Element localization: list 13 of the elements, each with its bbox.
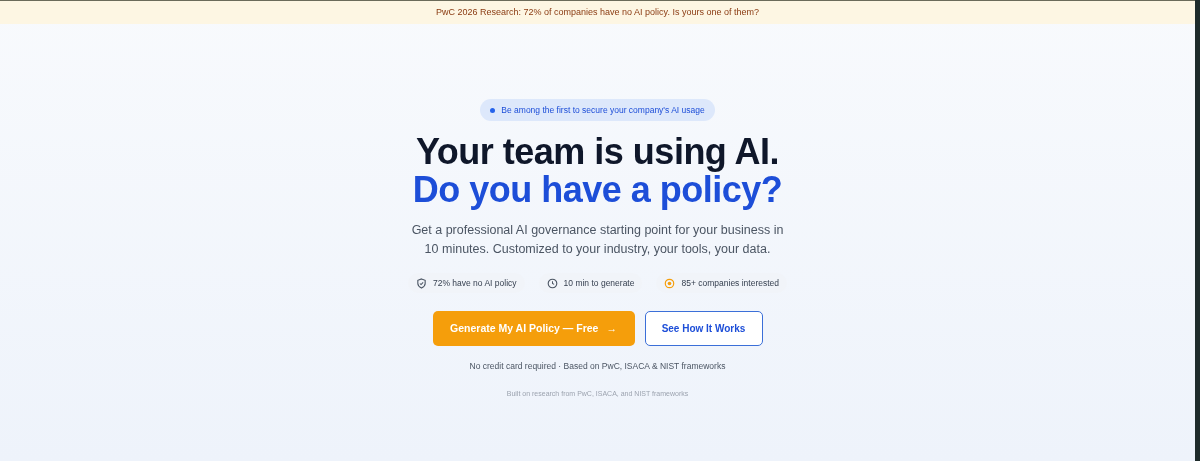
see-how-it-works-button[interactable]: See How It Works [644,311,763,346]
stat-label: 72% have no AI policy [432,276,517,290]
subtitle: Get a professional AI governance starting point for your business in 10 minutes. Customized to your industry, your tools, your data. [410,222,785,258]
headline-highlight: Do you have a policy? [412,171,783,209]
note-text: No credit card required · Based on PwC, ISACA & NIST frameworks [469,360,726,373]
badge-text: Be among the first to secure your company's AI usage [501,103,705,117]
headline: Your team is using AI. [415,133,780,171]
spark-icon [664,277,676,289]
clock-icon [546,277,558,289]
shield-icon [415,277,427,289]
stat-label: 10 min to generate [563,276,635,290]
announcement-bar: PwC 2026 Research: 72% of companies have no AI policy. Is yours one of them? [0,1,1195,24]
stat-label: 85+ companies interested [681,276,780,290]
